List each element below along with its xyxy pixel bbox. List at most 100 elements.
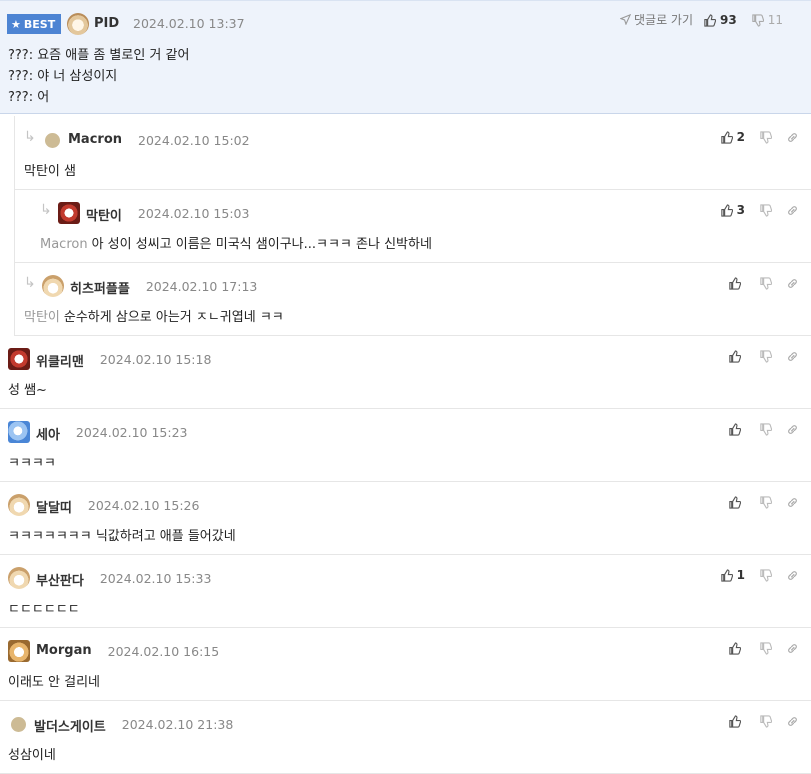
go-to-comment-link[interactable]: 댓글로 가기 (620, 11, 693, 28)
comment-item: 발더스게이트 2024.02.10 21:38 성삼이네 (0, 701, 811, 773)
send-icon (620, 14, 631, 25)
comment-text: Macron 아 성이 성씨고 이름은 미국식 샘이구나...ㅋㅋㅋ 존나 신박하… (40, 233, 432, 252)
comment-nickname[interactable]: 세아 (36, 424, 60, 443)
best-badge: ★ BEST (7, 14, 62, 34)
thumbs-down-icon (759, 276, 772, 290)
avatar[interactable] (58, 202, 80, 224)
best-comment: ★ BEST PID 2024.02.10 13:37 댓글로 가기 93 11… (0, 0, 811, 114)
avatar[interactable] (8, 567, 30, 589)
upvote-button[interactable]: 2 (720, 130, 745, 144)
comment-nickname[interactable]: PID (94, 16, 119, 31)
comment-nickname[interactable]: 히츠퍼플플 (70, 278, 130, 297)
downvote-button[interactable] (759, 641, 772, 655)
downvote-button[interactable] (759, 276, 772, 290)
thumbs-down-icon (759, 714, 772, 728)
comment-body: 성 쌤~ (8, 383, 47, 398)
comment-body: 막탄이 샘 (24, 164, 76, 179)
upvote-button[interactable]: 3 (720, 203, 745, 217)
link-icon (786, 277, 799, 290)
comment-nickname[interactable]: Macron (68, 132, 122, 147)
reply-arrow-icon: ↳ (24, 275, 36, 291)
star-icon: ★ (11, 17, 21, 31)
upvote-button[interactable] (728, 714, 745, 728)
downvote-button[interactable] (759, 568, 772, 582)
comment-date: 2024.02.10 16:15 (107, 644, 220, 659)
downvote-button[interactable] (759, 203, 772, 217)
downvote-button[interactable] (759, 714, 772, 728)
downvote-button[interactable]: 11 (751, 13, 783, 27)
link-icon (786, 350, 799, 363)
comment-line: ???: 야 너 삼성이지 (8, 69, 118, 84)
comment-body: 이래도 안 걸리네 (8, 675, 100, 690)
comment-text: 성 쌤~ (8, 379, 47, 398)
downvote-button[interactable] (759, 495, 772, 509)
avatar[interactable] (8, 494, 30, 516)
thumbs-down-icon (759, 203, 772, 217)
avatar[interactable] (11, 717, 26, 732)
upvote-button[interactable] (728, 422, 745, 436)
upvote-button[interactable]: 1 (720, 568, 745, 582)
copy-link-button[interactable] (786, 715, 799, 728)
copy-link-button[interactable] (786, 277, 799, 290)
copy-link-button[interactable] (786, 496, 799, 509)
link-icon (786, 496, 799, 509)
comment-nickname[interactable]: 달달띠 (36, 497, 72, 516)
avatar[interactable] (8, 348, 30, 370)
upvote-button[interactable] (728, 495, 745, 509)
comment-nickname[interactable]: 막탄이 (86, 205, 122, 224)
upvote-button[interactable] (728, 276, 745, 290)
downvote-button[interactable] (759, 130, 772, 144)
vote-group (728, 274, 799, 292)
upvote-button[interactable] (728, 641, 745, 655)
reply-mention[interactable]: 막탄이 (24, 310, 60, 325)
copy-link-button[interactable] (786, 423, 799, 436)
reply-mention[interactable]: Macron (40, 237, 88, 252)
avatar[interactable] (42, 275, 64, 297)
avatar[interactable] (8, 640, 30, 662)
downvote-button[interactable] (759, 349, 772, 363)
comment-nickname[interactable]: 발더스게이트 (34, 716, 106, 735)
comment-line: ???: 요즘 애플 좀 별로인 거 같어 (8, 48, 190, 63)
comment-body: 순수하게 삼으로 아는거 ㅈㄴ귀엽네 ㅋㅋ (63, 310, 284, 325)
comment-date: 2024.02.10 21:38 (121, 717, 234, 732)
copy-link-button[interactable] (786, 204, 799, 217)
comment-text: ㅋㅋㅋㅋㅋㅋㅋ 닉값하려고 애플 들어갔네 (8, 525, 236, 544)
thumbs-down-icon (759, 349, 772, 363)
comment-nickname[interactable]: Morgan (36, 643, 92, 658)
comment-nickname[interactable]: 부산판다 (36, 570, 84, 589)
upvote-button[interactable]: 93 (703, 13, 737, 27)
copy-link-button[interactable] (786, 350, 799, 363)
upvote-button[interactable] (728, 349, 745, 363)
link-icon (786, 204, 799, 217)
best-badge-label: BEST (23, 17, 56, 31)
comment-date: 2024.02.10 15:03 (137, 206, 250, 221)
vote-group (728, 639, 799, 657)
thumbs-down-icon (759, 641, 772, 655)
copy-link-button[interactable] (786, 642, 799, 655)
downvote-count: 11 (767, 13, 783, 27)
upvote-count: 93 (720, 13, 737, 27)
comment-nickname[interactable]: 위클리맨 (36, 351, 84, 370)
vote-group: 1 (720, 566, 799, 584)
comment-date: 2024.02.10 15:23 (75, 425, 188, 440)
upvote-count: 2 (736, 130, 745, 144)
comment-text: 이래도 안 걸리네 (8, 671, 100, 690)
comment-text: ㅋㅋㅋㅋ (8, 452, 56, 471)
avatar[interactable] (8, 421, 30, 443)
thumbs-up-icon (704, 13, 717, 27)
thumbs-up-icon (720, 203, 733, 217)
avatar[interactable] (67, 13, 89, 35)
reply-thread-line (14, 116, 15, 336)
thumbs-up-icon (728, 349, 741, 363)
copy-link-button[interactable] (786, 569, 799, 582)
link-icon (786, 642, 799, 655)
avatar[interactable] (45, 133, 60, 148)
vote-group (728, 420, 799, 438)
comment-date: 2024.02.10 15:26 (87, 498, 200, 513)
downvote-button[interactable] (759, 422, 772, 436)
thumbs-up-icon (728, 276, 741, 290)
link-icon (786, 715, 799, 728)
copy-link-button[interactable] (786, 131, 799, 144)
comment-body: 성삼이네 (8, 748, 56, 763)
comment-item: 부산판다 2024.02.10 15:33 ㄷㄷㄷㄷㄷㄷ 1 (0, 555, 811, 627)
